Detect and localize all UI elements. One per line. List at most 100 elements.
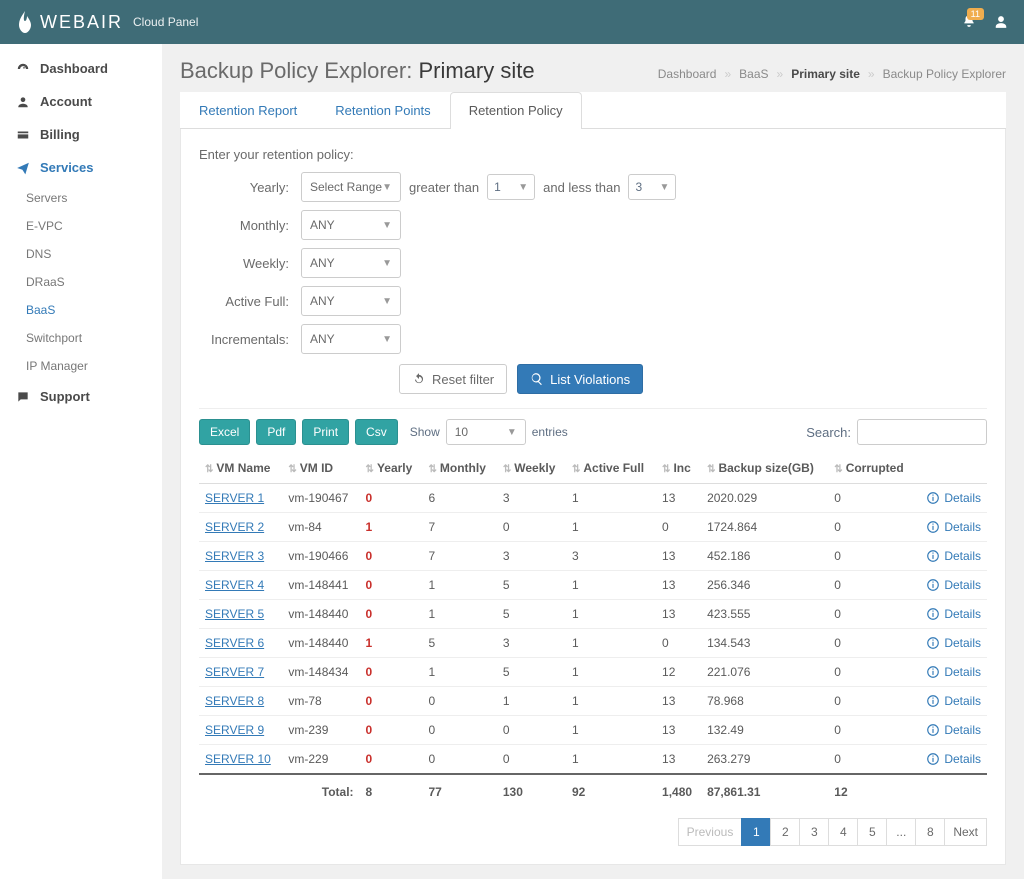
details-link[interactable]: Details: [921, 607, 981, 621]
export-csv-button[interactable]: Csv: [355, 419, 398, 445]
cell-activefull: 1: [566, 484, 656, 513]
vm-name-link[interactable]: SERVER 1: [205, 491, 264, 505]
page-8[interactable]: 8: [915, 818, 945, 846]
nav-billing[interactable]: Billing: [0, 118, 162, 151]
page-3[interactable]: 3: [799, 818, 829, 846]
details-link[interactable]: Details: [921, 636, 981, 650]
col-weekly[interactable]: ⇅Weekly: [497, 453, 566, 484]
page-2[interactable]: 2: [770, 818, 800, 846]
user-icon[interactable]: [994, 15, 1008, 29]
col-yearly[interactable]: ⇅Yearly: [360, 453, 423, 484]
page-1[interactable]: 1: [741, 818, 771, 846]
cell-size: 132.49: [701, 716, 828, 745]
vm-name-link[interactable]: SERVER 2: [205, 520, 264, 534]
cell-inc: 13: [656, 687, 701, 716]
col-backupsize[interactable]: ⇅Backup size(GB): [701, 453, 828, 484]
col-monthly[interactable]: ⇅Monthly: [423, 453, 497, 484]
cell-monthly: 7: [423, 542, 497, 571]
details-link[interactable]: Details: [921, 520, 981, 534]
select-yearly-range[interactable]: Select Range▼: [301, 172, 401, 202]
col-inc[interactable]: ⇅Inc: [656, 453, 701, 484]
export-pdf-button[interactable]: Pdf: [256, 419, 296, 445]
notifications-button[interactable]: 11: [962, 14, 976, 31]
col-vmid[interactable]: ⇅VM ID: [282, 453, 359, 484]
page-next[interactable]: Next: [944, 818, 987, 846]
tab-retention-points[interactable]: Retention Points: [316, 92, 449, 128]
details-link[interactable]: Details: [921, 578, 981, 592]
crumb-primary-site[interactable]: Primary site: [791, 67, 860, 81]
cell-monthly: 0: [423, 716, 497, 745]
select-activefull[interactable]: ANY▼: [301, 286, 401, 316]
details-link[interactable]: Details: [921, 723, 981, 737]
sort-icon: ⇅: [205, 464, 213, 475]
details-link[interactable]: Details: [921, 665, 981, 679]
vm-name-link[interactable]: SERVER 6: [205, 636, 264, 650]
cell-monthly: 5: [423, 629, 497, 658]
select-gt-value[interactable]: 1▼: [487, 174, 535, 200]
sidebar-item-dns[interactable]: DNS: [0, 240, 162, 268]
list-violations-button[interactable]: List Violations: [517, 364, 643, 394]
sidebar-item-switchport[interactable]: Switchport: [0, 324, 162, 352]
col-vmname[interactable]: ⇅VM Name: [199, 453, 282, 484]
refresh-icon: [412, 372, 426, 386]
sidebar-item-draas[interactable]: DRaaS: [0, 268, 162, 296]
nav-account[interactable]: Account: [0, 85, 162, 118]
page-prev[interactable]: Previous: [678, 818, 743, 846]
vm-name-link[interactable]: SERVER 9: [205, 723, 264, 737]
page-4[interactable]: 4: [828, 818, 858, 846]
cell-vmid: vm-239: [282, 716, 359, 745]
crumb-baas[interactable]: BaaS: [739, 67, 768, 81]
sidebar-item-baas[interactable]: BaaS: [0, 296, 162, 324]
crumb-dashboard[interactable]: Dashboard: [658, 67, 717, 81]
cell-size: 221.076: [701, 658, 828, 687]
tab-retention-report[interactable]: Retention Report: [180, 92, 316, 128]
sidebar-item-ipmanager[interactable]: IP Manager: [0, 352, 162, 380]
vm-name-link[interactable]: SERVER 5: [205, 607, 264, 621]
cell-activefull: 1: [566, 571, 656, 600]
reset-filter-button[interactable]: Reset filter: [399, 364, 507, 394]
breadcrumb: Dashboard» BaaS» Primary site» Backup Po…: [658, 67, 1006, 81]
table-row: SERVER 4vm-148441015113256.3460Details: [199, 571, 987, 600]
cell-activefull: 1: [566, 600, 656, 629]
vm-name-link[interactable]: SERVER 4: [205, 578, 264, 592]
select-monthly[interactable]: ANY▼: [301, 210, 401, 240]
nav-services[interactable]: Services: [0, 151, 162, 184]
card-icon: [16, 128, 30, 142]
cell-vmid: vm-78: [282, 687, 359, 716]
vm-name-link[interactable]: SERVER 10: [205, 752, 271, 766]
entries-select[interactable]: 10▼: [446, 419, 526, 445]
info-icon: [926, 491, 940, 505]
details-link[interactable]: Details: [921, 491, 981, 505]
cell-yearly: 0: [360, 687, 423, 716]
details-link[interactable]: Details: [921, 549, 981, 563]
select-weekly[interactable]: ANY▼: [301, 248, 401, 278]
vm-name-link[interactable]: SERVER 3: [205, 549, 264, 563]
cell-inc: 12: [656, 658, 701, 687]
person-icon: [16, 95, 30, 109]
cell-inc: 0: [656, 513, 701, 542]
sort-icon: ⇅: [429, 464, 437, 475]
details-link[interactable]: Details: [921, 752, 981, 766]
col-activefull[interactable]: ⇅Active Full: [566, 453, 656, 484]
brand-logo[interactable]: WEBAIR: [16, 11, 123, 33]
details-link[interactable]: Details: [921, 694, 981, 708]
nav-support[interactable]: Support: [0, 380, 162, 413]
dashboard-icon: [16, 62, 30, 76]
export-excel-button[interactable]: Excel: [199, 419, 250, 445]
tab-retention-policy[interactable]: Retention Policy: [450, 92, 582, 129]
page-...[interactable]: ...: [886, 818, 916, 846]
nav-dashboard[interactable]: Dashboard: [0, 52, 162, 85]
select-incrementals[interactable]: ANY▼: [301, 324, 401, 354]
cell-inc: 13: [656, 571, 701, 600]
vm-name-link[interactable]: SERVER 8: [205, 694, 264, 708]
search-input[interactable]: [857, 419, 987, 445]
print-button[interactable]: Print: [302, 419, 349, 445]
sort-icon: ⇅: [662, 464, 670, 475]
col-corrupted[interactable]: ⇅Corrupted: [828, 453, 915, 484]
select-lt-value[interactable]: 3▼: [628, 174, 676, 200]
cell-size: 452.186: [701, 542, 828, 571]
page-5[interactable]: 5: [857, 818, 887, 846]
vm-name-link[interactable]: SERVER 7: [205, 665, 264, 679]
sidebar-item-servers[interactable]: Servers: [0, 184, 162, 212]
sidebar-item-evpc[interactable]: E-VPC: [0, 212, 162, 240]
